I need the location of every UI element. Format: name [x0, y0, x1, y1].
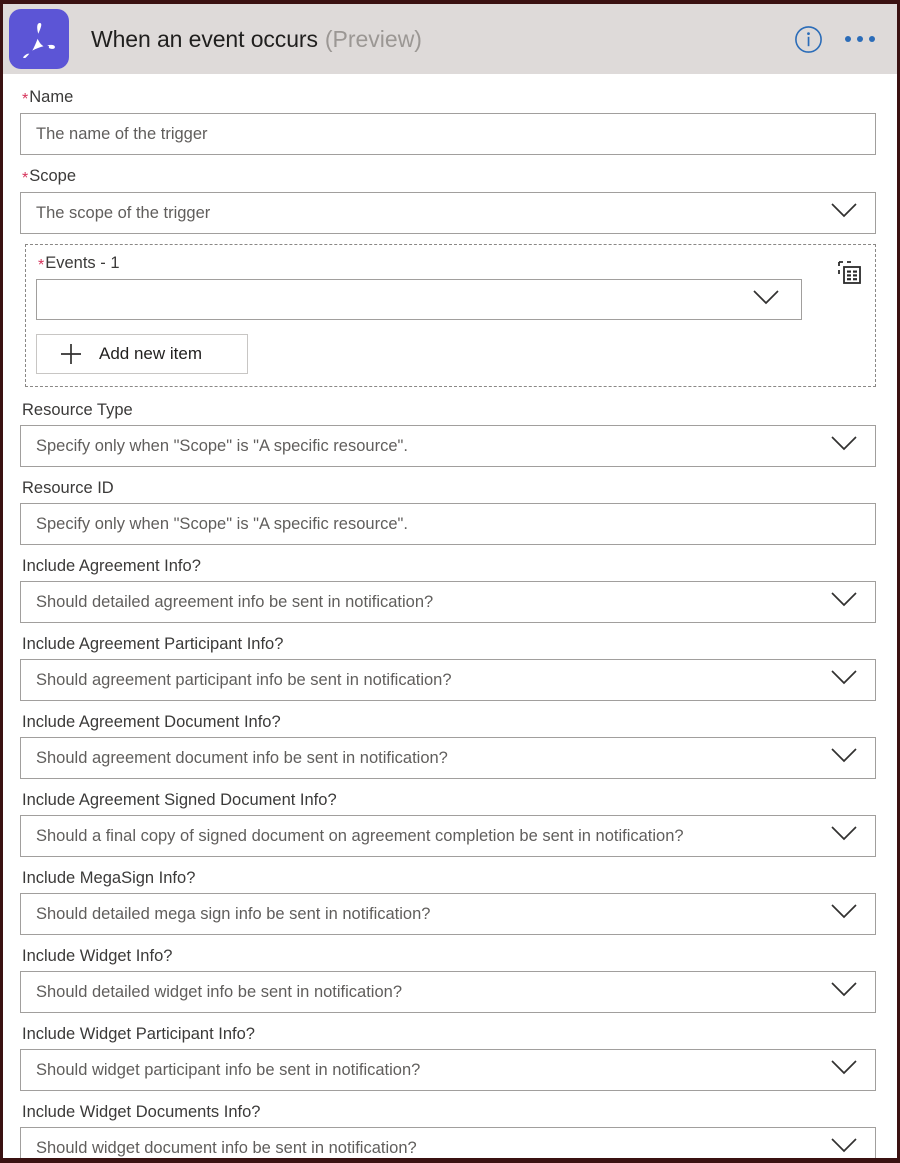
- resource-id-input[interactable]: Specify only when "Scope" is "A specific…: [20, 503, 876, 545]
- include-agreement-signed-document-info-select[interactable]: Should a final copy of signed document o…: [20, 815, 876, 857]
- field-resource-id: Resource ID Specify only when "Scope" is …: [20, 477, 880, 545]
- header-actions: [794, 25, 897, 54]
- field-label-name: *Name: [22, 88, 74, 108]
- name-input[interactable]: The name of the trigger: [20, 113, 876, 155]
- field-resource-type: Resource Type Specify only when "Scope" i…: [20, 399, 880, 467]
- field-label-include-agreement-signed-document-info: Include Agreement Signed Document Info?: [22, 791, 337, 809]
- resource-type-select[interactable]: Specify only when "Scope" is "A specific…: [20, 425, 876, 467]
- ellipsis-icon[interactable]: [845, 36, 875, 42]
- chevron-down-icon: [831, 436, 857, 456]
- include-megasign-info-select[interactable]: Should detailed mega sign info be sent i…: [20, 893, 876, 935]
- field-label-include-agreement-info: Include Agreement Info?: [22, 557, 201, 575]
- field-include-agreement-info: Include Agreement Info? Should detailed a…: [20, 555, 880, 623]
- chevron-down-icon: [831, 904, 857, 924]
- field-include-megasign-info: Include MegaSign Info? Should detailed me…: [20, 867, 880, 935]
- required-marker: *: [22, 91, 29, 108]
- field-label-include-megasign-info: Include MegaSign Info?: [22, 869, 196, 887]
- field-label-resource-type: Resource Type: [22, 401, 133, 419]
- field-include-widget-documents-info: Include Widget Documents Info? Should wid…: [20, 1101, 880, 1158]
- include-agreement-signed-document-info-placeholder: Should a final copy of signed document o…: [36, 826, 684, 845]
- name-input-placeholder: The name of the trigger: [36, 124, 208, 143]
- resource-id-placeholder: Specify only when "Scope" is "A specific…: [36, 514, 408, 533]
- scope-select[interactable]: The scope of the trigger: [20, 192, 876, 234]
- preview-badge: (Preview): [324, 25, 422, 52]
- card-header: When an event occurs (Preview): [3, 4, 897, 74]
- info-icon[interactable]: [794, 25, 823, 54]
- field-include-widget-participant-info: Include Widget Participant Info? Should w…: [20, 1023, 880, 1091]
- field-name: *Name The name of the trigger: [20, 86, 880, 155]
- field-label-include-agreement-document-info: Include Agreement Document Info?: [22, 713, 281, 731]
- scope-select-placeholder: The scope of the trigger: [36, 203, 211, 222]
- field-include-agreement-document-info: Include Agreement Document Info? Should a…: [20, 711, 880, 779]
- include-agreement-info-placeholder: Should detailed agreement info be sent i…: [36, 592, 434, 611]
- chevron-down-icon: [831, 748, 857, 768]
- include-widget-documents-info-select[interactable]: Should widget document info be sent in n…: [20, 1127, 876, 1158]
- field-include-widget-info: Include Widget Info? Should detailed widg…: [20, 945, 880, 1013]
- include-megasign-info-placeholder: Should detailed mega sign info be sent i…: [36, 904, 431, 923]
- events-select[interactable]: [36, 279, 802, 320]
- field-include-agreement-signed-document-info: Include Agreement Signed Document Info? S…: [20, 789, 880, 857]
- chevron-down-icon: [753, 289, 779, 310]
- events-array-box: *Events - 1 Add new item: [25, 244, 876, 387]
- include-agreement-participant-info-select[interactable]: Should agreement participant info be sen…: [20, 659, 876, 701]
- include-agreement-document-info-select[interactable]: Should agreement document info be sent i…: [20, 737, 876, 779]
- field-scope: *Scope The scope of the trigger: [20, 165, 880, 234]
- chevron-down-icon: [831, 1138, 857, 1158]
- resource-type-placeholder: Specify only when "Scope" is "A specific…: [36, 436, 408, 455]
- include-agreement-document-info-placeholder: Should agreement document info be sent i…: [36, 748, 448, 767]
- include-widget-info-placeholder: Should detailed widget info be sent in n…: [36, 982, 403, 1001]
- add-new-item-label: Add new item: [99, 344, 202, 363]
- adobe-acrobat-sign-logo-icon: [9, 9, 69, 69]
- include-widget-participant-info-select[interactable]: Should widget participant info be sent i…: [20, 1049, 876, 1091]
- include-agreement-info-select[interactable]: Should detailed agreement info be sent i…: [20, 581, 876, 623]
- field-label-include-widget-info: Include Widget Info?: [22, 947, 173, 965]
- chevron-down-icon: [831, 203, 857, 223]
- field-label-resource-id: Resource ID: [22, 479, 114, 497]
- required-marker: *: [38, 257, 45, 274]
- page-title: When an event occurs: [91, 25, 318, 52]
- trigger-card: When an event occurs (Preview) *Name The…: [0, 0, 900, 1163]
- required-marker: *: [22, 170, 29, 187]
- field-label-events: *Events - 1: [38, 254, 120, 274]
- chevron-down-icon: [831, 592, 857, 612]
- include-widget-info-select[interactable]: Should detailed widget info be sent in n…: [20, 971, 876, 1013]
- field-label-include-agreement-participant-info: Include Agreement Participant Info?: [22, 635, 284, 653]
- field-label-include-widget-participant-info: Include Widget Participant Info?: [22, 1025, 255, 1043]
- table-grid-icon[interactable]: [836, 259, 864, 287]
- chevron-down-icon: [831, 1060, 857, 1080]
- plus-icon: [59, 342, 83, 366]
- include-widget-documents-info-placeholder: Should widget document info be sent in n…: [36, 1138, 417, 1157]
- form-body: *Name The name of the trigger *Scope The…: [3, 74, 897, 1158]
- field-label-scope: *Scope: [22, 167, 77, 187]
- advanced-fields-list: Resource Type Specify only when "Scope" i…: [20, 399, 880, 1158]
- field-include-agreement-participant-info: Include Agreement Participant Info? Shoul…: [20, 633, 880, 701]
- include-widget-participant-info-placeholder: Should widget participant info be sent i…: [36, 1060, 421, 1079]
- chevron-down-icon: [831, 982, 857, 1002]
- add-new-item-button[interactable]: Add new item: [36, 334, 248, 374]
- chevron-down-icon: [831, 826, 857, 846]
- chevron-down-icon: [831, 670, 857, 690]
- include-agreement-participant-info-placeholder: Should agreement participant info be sen…: [36, 670, 452, 689]
- field-label-include-widget-documents-info: Include Widget Documents Info?: [22, 1103, 261, 1121]
